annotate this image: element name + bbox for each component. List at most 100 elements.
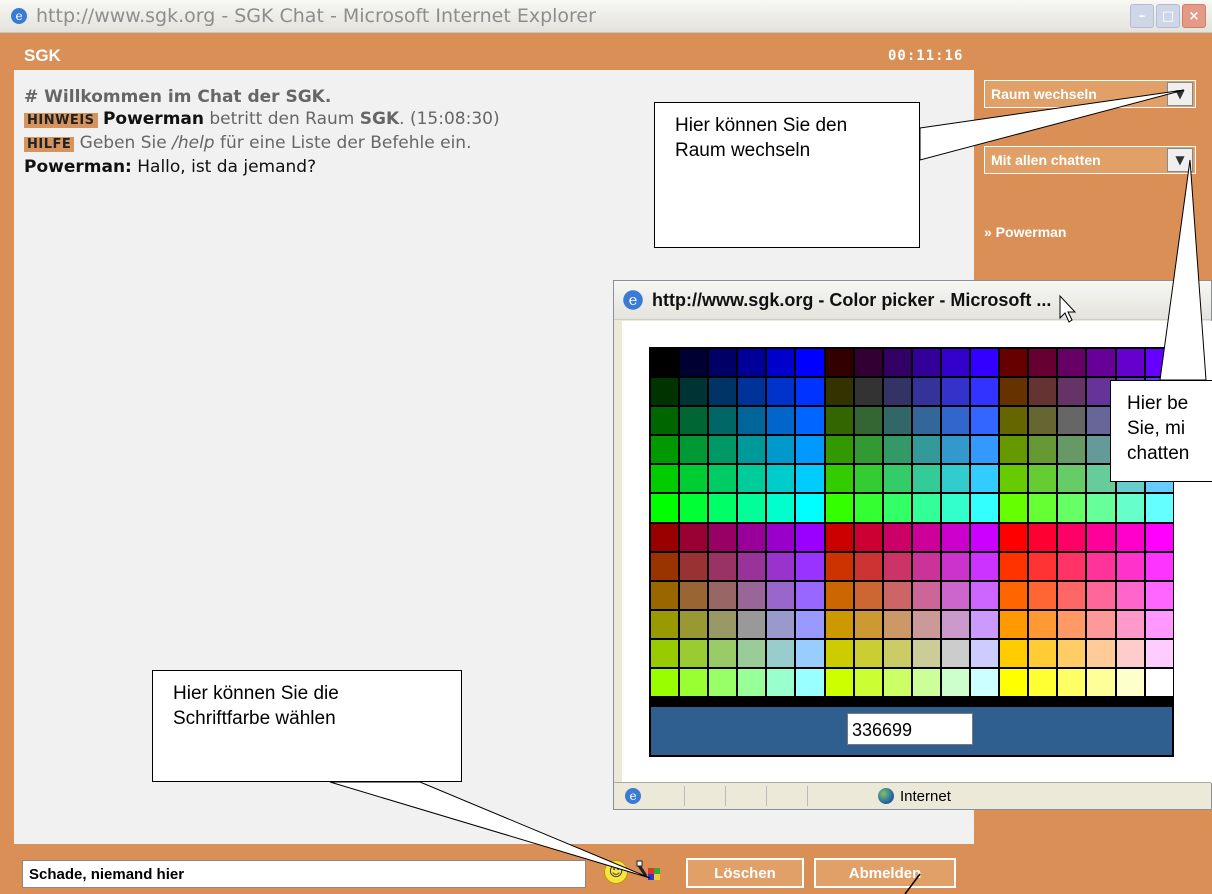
color-swatch[interactable]: [738, 669, 766, 697]
color-swatch[interactable]: [680, 552, 708, 580]
close-icon[interactable]: ×: [1182, 4, 1206, 28]
color-swatch[interactable]: [883, 552, 911, 580]
color-swatch[interactable]: [1116, 669, 1144, 697]
color-swatch[interactable]: [912, 581, 940, 609]
color-swatch[interactable]: [825, 523, 853, 551]
color-swatch[interactable]: [854, 610, 882, 638]
color-swatch[interactable]: [680, 465, 708, 493]
color-swatch[interactable]: [883, 494, 911, 522]
color-swatch[interactable]: [709, 494, 737, 522]
color-swatch[interactable]: [883, 378, 911, 406]
color-swatch[interactable]: [1145, 639, 1173, 668]
color-swatch[interactable]: [680, 669, 708, 697]
color-swatch[interactable]: [1029, 552, 1057, 580]
color-swatch[interactable]: [912, 407, 940, 435]
color-swatch[interactable]: [854, 465, 882, 493]
color-swatch[interactable]: [941, 523, 970, 551]
color-swatch[interactable]: [971, 669, 999, 697]
color-swatch[interactable]: [1029, 407, 1057, 435]
color-swatch[interactable]: [854, 639, 882, 668]
color-swatch[interactable]: [1087, 639, 1115, 668]
color-swatch[interactable]: [1145, 552, 1173, 580]
color-swatch[interactable]: [912, 436, 940, 464]
color-swatch[interactable]: [738, 581, 766, 609]
color-swatch[interactable]: [971, 523, 999, 551]
color-swatch[interactable]: [854, 494, 882, 522]
color-swatch[interactable]: [1000, 639, 1028, 668]
color-swatch[interactable]: [680, 639, 708, 668]
color-swatch[interactable]: [912, 349, 940, 377]
color-swatch[interactable]: [738, 436, 766, 464]
color-swatch[interactable]: [1058, 581, 1086, 609]
color-swatch[interactable]: [738, 465, 766, 493]
color-swatch[interactable]: [796, 378, 824, 406]
color-swatch[interactable]: [825, 436, 853, 464]
color-swatch[interactable]: [1000, 378, 1028, 406]
color-swatch[interactable]: [825, 378, 853, 406]
color-swatch[interactable]: [767, 465, 795, 493]
color-swatch[interactable]: [709, 669, 737, 697]
color-swatch[interactable]: [1000, 523, 1028, 551]
color-swatch[interactable]: [1145, 349, 1173, 377]
color-swatch[interactable]: [1058, 407, 1086, 435]
color-swatch[interactable]: [912, 494, 940, 522]
color-swatch[interactable]: [796, 639, 824, 668]
color-swatch[interactable]: [767, 669, 795, 697]
color-swatch[interactable]: [1087, 669, 1115, 697]
color-swatch[interactable]: [767, 552, 795, 580]
color-swatch[interactable]: [651, 552, 679, 580]
color-swatch[interactable]: [651, 436, 679, 464]
color-swatch[interactable]: [796, 436, 824, 464]
color-swatch[interactable]: [1029, 436, 1057, 464]
color-swatch-grid[interactable]: [649, 347, 1174, 707]
color-swatch[interactable]: [1116, 349, 1144, 377]
color-swatch[interactable]: [709, 523, 737, 551]
chat-target-select[interactable]: Mit allen chatten ▼: [984, 146, 1196, 174]
color-swatch[interactable]: [709, 349, 737, 377]
color-swatch[interactable]: [825, 407, 853, 435]
color-swatch[interactable]: [738, 639, 766, 668]
color-swatch[interactable]: [1029, 378, 1057, 406]
color-swatch[interactable]: [912, 552, 940, 580]
color-swatch[interactable]: [1145, 523, 1173, 551]
color-swatch[interactable]: [854, 407, 882, 435]
color-swatch[interactable]: [767, 523, 795, 551]
color-swatch[interactable]: [854, 349, 882, 377]
color-swatch[interactable]: [1058, 523, 1086, 551]
color-swatch[interactable]: [1029, 610, 1057, 638]
color-swatch[interactable]: [1087, 523, 1115, 551]
color-swatch[interactable]: [825, 552, 853, 580]
color-swatch[interactable]: [825, 465, 853, 493]
color-swatch[interactable]: [941, 581, 970, 609]
color-swatch[interactable]: [1087, 581, 1115, 609]
color-swatch[interactable]: [941, 378, 970, 406]
color-swatch[interactable]: [680, 523, 708, 551]
color-swatch[interactable]: [941, 494, 970, 522]
color-swatch[interactable]: [709, 465, 737, 493]
color-swatch[interactable]: [883, 407, 911, 435]
color-swatch[interactable]: [680, 610, 708, 638]
color-swatch[interactable]: [941, 407, 970, 435]
color-swatch[interactable]: [651, 581, 679, 609]
color-swatch[interactable]: [796, 610, 824, 638]
color-swatch[interactable]: [1029, 669, 1057, 697]
color-swatch[interactable]: [1058, 639, 1086, 668]
color-swatch[interactable]: [680, 436, 708, 464]
color-swatch[interactable]: [1029, 639, 1057, 668]
color-swatch[interactable]: [912, 523, 940, 551]
color-swatch[interactable]: [1000, 581, 1028, 609]
color-swatch[interactable]: [1145, 581, 1173, 609]
user-list-item[interactable]: » Powerman: [984, 224, 1066, 240]
color-swatch[interactable]: [1058, 610, 1086, 638]
color-swatch[interactable]: [767, 378, 795, 406]
color-swatch[interactable]: [1029, 349, 1057, 377]
color-swatch[interactable]: [1000, 349, 1028, 377]
color-swatch[interactable]: [796, 465, 824, 493]
color-swatch[interactable]: [825, 494, 853, 522]
color-swatch[interactable]: [709, 378, 737, 406]
color-swatch[interactable]: [941, 669, 970, 697]
color-swatch[interactable]: [651, 523, 679, 551]
color-swatch[interactable]: [883, 639, 911, 668]
chevron-down-icon[interactable]: ▼: [1167, 82, 1193, 106]
color-swatch[interactable]: [1029, 494, 1057, 522]
